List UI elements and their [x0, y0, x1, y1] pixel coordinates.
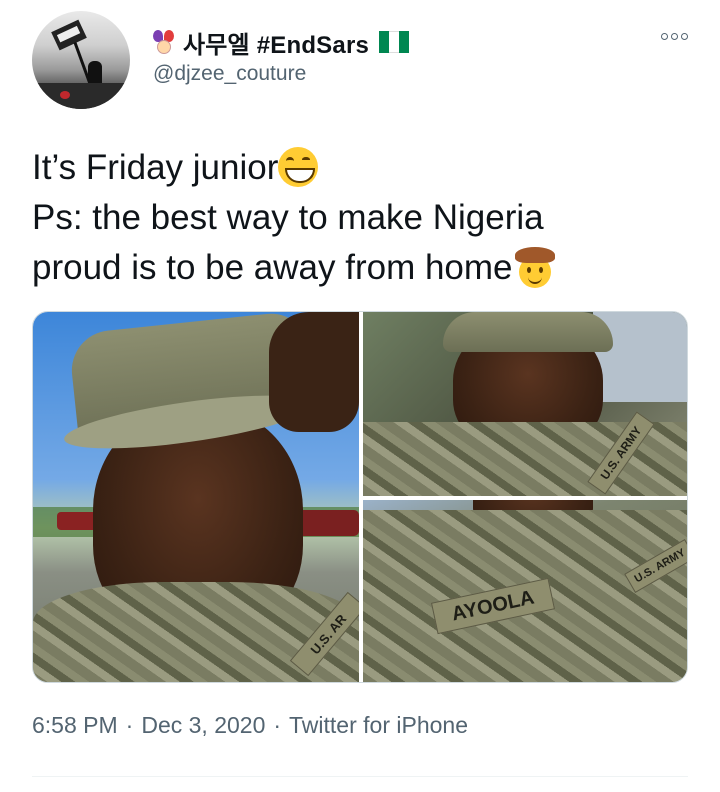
tweet-text: It’s Friday junior Ps: the best way to m…: [32, 143, 692, 293]
tweet-time[interactable]: 6:58 PM: [32, 712, 118, 739]
tweet-line-1: It’s Friday junior: [32, 143, 692, 193]
tweet-date[interactable]: Dec 3, 2020: [141, 712, 265, 739]
author-handle[interactable]: @djzee_couture: [153, 62, 306, 86]
jester-icon: [153, 30, 175, 54]
meta-separator: ·: [273, 712, 282, 738]
tweet-source[interactable]: Twitter for iPhone: [289, 712, 468, 739]
tweet-line-2: Ps: the best way to make Nigeria: [32, 198, 544, 237]
author-name-row[interactable]: 사무엘 #EndSars: [153, 25, 410, 60]
media-grid: U.S. AR U.S. ARMY AYOOLA U.S. ARMY: [32, 311, 688, 683]
more-icon[interactable]: [661, 33, 688, 40]
photo-2[interactable]: U.S. ARMY: [363, 312, 687, 496]
avatar-red-hat: [60, 91, 70, 99]
cowboy-emoji: [513, 247, 555, 288]
avatar[interactable]: [32, 11, 130, 109]
tweet-meta: 6:58 PM · Dec 3, 2020 · Twitter for iPho…: [32, 712, 468, 739]
divider: [32, 776, 688, 777]
meta-separator: ·: [125, 712, 134, 738]
display-name[interactable]: 사무엘 #EndSars: [183, 25, 369, 60]
grinning-emoji: [278, 147, 319, 187]
avatar-crowd: [32, 83, 130, 109]
photo-3[interactable]: AYOOLA U.S. ARMY: [363, 500, 687, 682]
avatar-flag: [51, 19, 87, 51]
photo-1[interactable]: U.S. AR: [33, 312, 359, 682]
tweet-line-3: proud is to be away from home: [32, 243, 692, 293]
nigeria-flag-icon: [379, 31, 410, 53]
